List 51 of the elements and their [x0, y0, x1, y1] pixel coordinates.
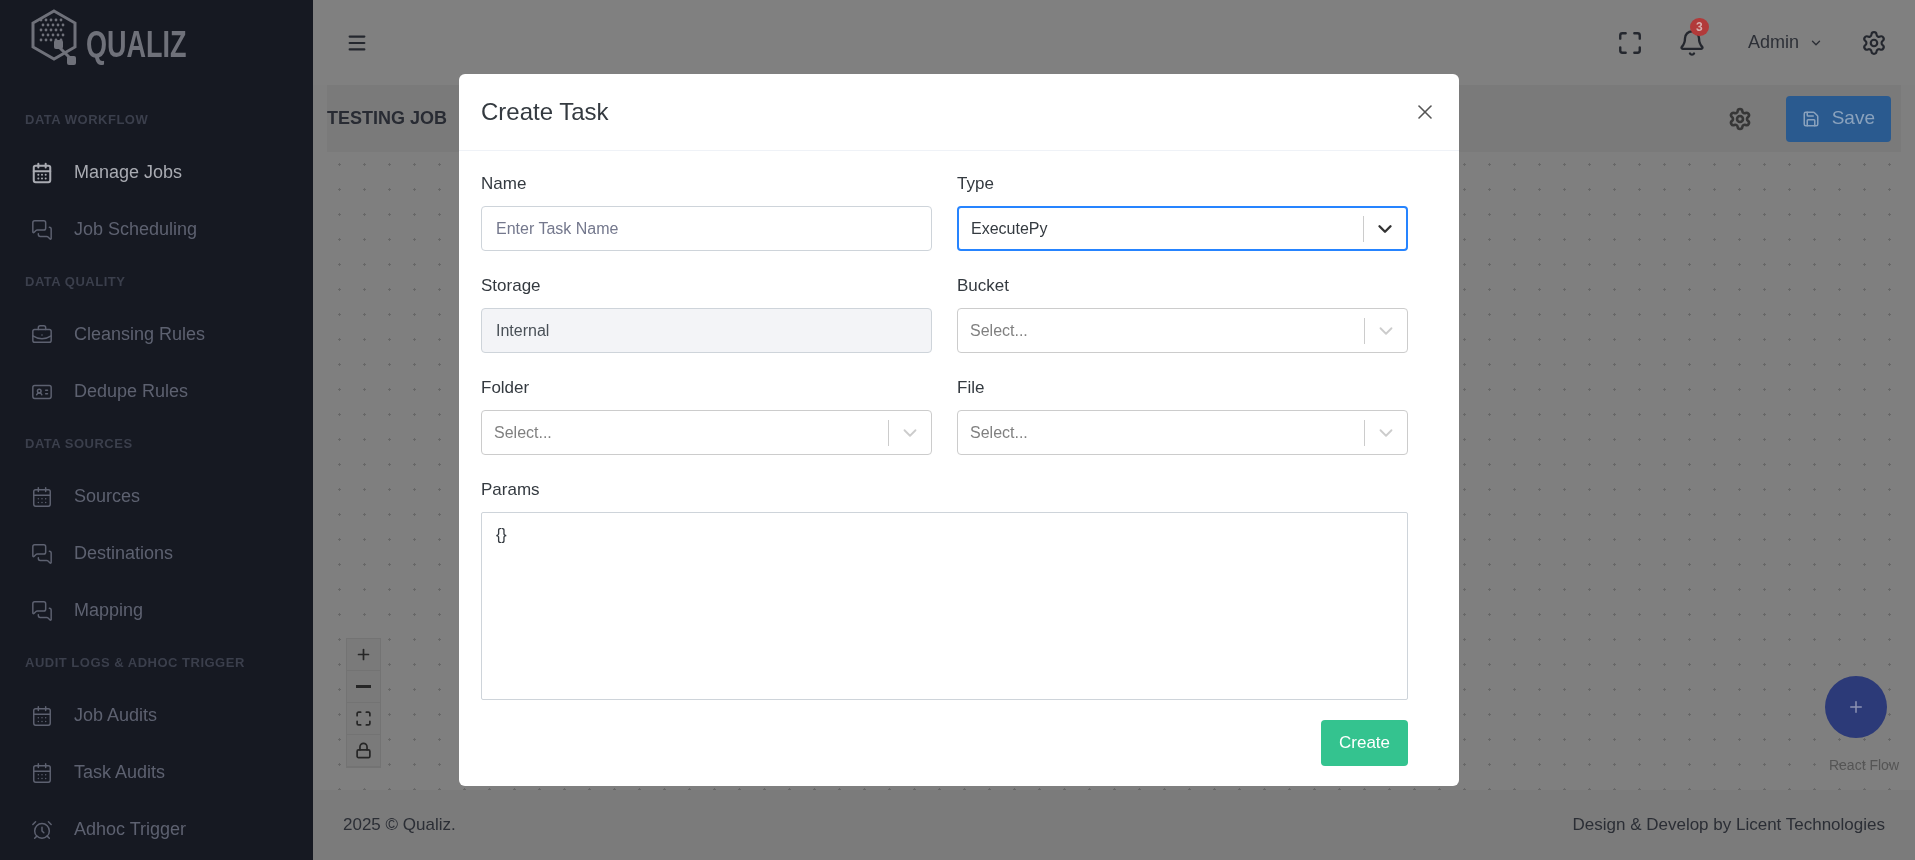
sidebar-item[interactable]: Manage Jobs — [0, 144, 313, 201]
sidebar-item[interactable]: Adhoc Trigger — [0, 801, 313, 858]
calendar-icon — [31, 704, 53, 727]
calendar-icon — [31, 485, 53, 508]
calendar-icon — [31, 761, 53, 784]
select-field[interactable]: Select... — [481, 410, 932, 455]
alarm-clock-icon — [31, 818, 53, 841]
sidebar-item[interactable]: Job Scheduling — [0, 201, 313, 258]
sidebar-item[interactable]: Destinations — [0, 525, 313, 582]
floppy-icon — [1801, 109, 1820, 128]
sidebar-item[interactable]: Dedupe Rules — [0, 363, 313, 420]
create-button[interactable]: Create — [1321, 720, 1408, 766]
sidebar-item[interactable]: Sources — [0, 468, 313, 525]
plus-icon — [355, 646, 372, 663]
notification-badge: 3 — [1689, 17, 1709, 36]
input-field[interactable]: Internal — [481, 308, 932, 353]
copyright-text: 2025 © Qualiz. — [343, 814, 456, 837]
select-field[interactable]: Select... — [957, 308, 1408, 353]
save-button[interactable]: Save — [1785, 95, 1891, 142]
chat-icon — [31, 542, 53, 565]
field-label: Params — [481, 480, 541, 500]
chat-icon — [31, 218, 53, 241]
field-label: File — [957, 378, 986, 398]
input-field[interactable]: Enter Task Name — [481, 206, 932, 251]
field-label: Type — [957, 174, 995, 194]
select-field[interactable]: Select... — [957, 410, 1408, 455]
sidebar-item[interactable]: Cleansing Rules — [0, 306, 313, 363]
chat-icon — [31, 599, 53, 622]
field-label: Folder — [481, 378, 531, 398]
job-title: TESTING JOB — [327, 107, 447, 130]
sidebar-item[interactable]: Mapping — [0, 582, 313, 639]
briefcase-icon — [31, 323, 53, 346]
logo-text: QUALIZ — [86, 23, 187, 67]
credit-text: Design & Develop by Licent Technologies — [1572, 814, 1885, 837]
fullscreen-icon[interactable] — [1616, 29, 1643, 56]
plus-icon — [1847, 698, 1865, 716]
calendar-icon — [31, 161, 53, 184]
params-textarea[interactable]: {} — [481, 512, 1408, 700]
dialog-title: Create Task — [481, 97, 609, 127]
minus-icon — [356, 685, 371, 688]
field-label: Storage — [481, 276, 542, 296]
field-label: Bucket — [957, 276, 1010, 296]
settings-icon[interactable] — [1861, 29, 1887, 56]
user-menu[interactable]: Admin — [1747, 29, 1823, 56]
gear-icon[interactable] — [1727, 106, 1752, 131]
sidebar-item[interactable]: Task Audits — [0, 744, 313, 801]
lock-icon — [355, 742, 372, 759]
fit-view-icon — [355, 710, 372, 727]
field-label: Name — [481, 174, 528, 194]
sidebar-item[interactable]: Job Audits — [0, 687, 313, 744]
select-field[interactable]: ExecutePy — [957, 206, 1408, 251]
